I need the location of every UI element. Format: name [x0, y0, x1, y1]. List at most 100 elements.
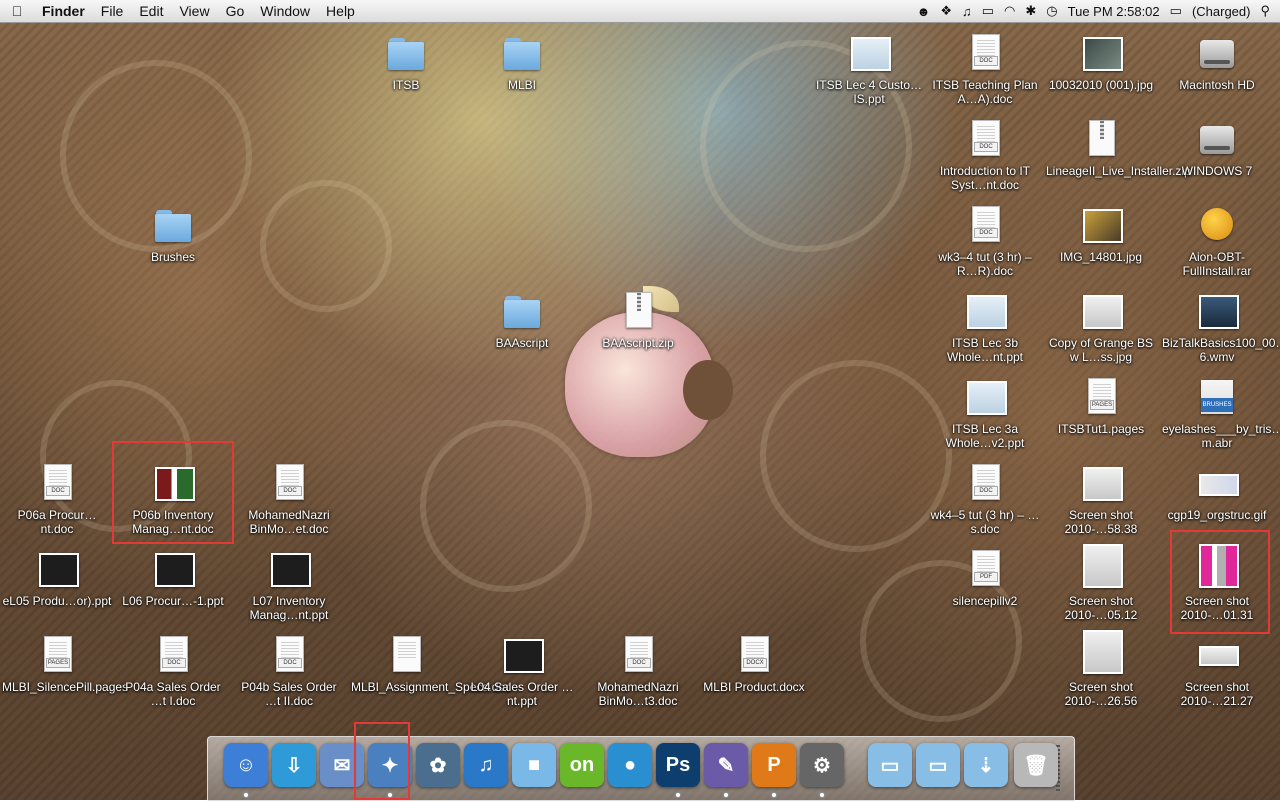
dock-instruments-icon[interactable]: ⚙ [800, 743, 844, 787]
document-icon: DOC [37, 464, 77, 504]
zip-archive-icon [618, 292, 658, 332]
robot-icon[interactable]: ☻ [917, 4, 931, 19]
presentation-thumbnail-icon [965, 292, 1007, 332]
drive-macintosh-hd[interactable]: Macintosh HD [1162, 34, 1272, 92]
pages-document-icon: PAGES [37, 636, 77, 676]
dock-photoshop-icon[interactable]: Ps [656, 743, 700, 787]
file-itsb-lec3a[interactable]: ITSB Lec 3a Whole…v2.ppt [930, 378, 1040, 450]
file-l06-procur[interactable]: L06 Procur…-1.ppt [118, 550, 228, 608]
file-screenshot-05-12[interactable]: Screen shot 2010-…05.12 [1046, 544, 1156, 622]
menu-help[interactable]: Help [318, 3, 363, 19]
brushes-package-icon [1197, 378, 1237, 418]
file-mohamednazri-t3[interactable]: DOC MohamedNazri BinMo…t3.doc [583, 636, 693, 708]
bluetooth-icon[interactable]: ✱ [1025, 3, 1036, 19]
image-thumbnail-icon [1197, 464, 1239, 504]
file-itsb-teaching-plan[interactable]: DOC ITSB Teaching Plan A…A).doc [930, 34, 1040, 106]
image-thumbnail-icon [1197, 544, 1239, 590]
file-silencepillv2[interactable]: PDF silencepillv2 [930, 550, 1040, 608]
image-thumbnail-icon [1081, 544, 1123, 590]
file-baascript-zip[interactable]: BAAscript.zip [583, 292, 693, 350]
display-icon[interactable]: ▭ [982, 3, 994, 19]
dock-safari-icon[interactable]: ✦ [368, 743, 412, 787]
file-mlbi-assignment-specs[interactable]: MLBI_Assignment_Specs.doc [351, 636, 511, 694]
file-introduction-to-it[interactable]: DOC Introduction to IT Syst…nt.doc [930, 120, 1040, 192]
spotlight-search-icon[interactable]: ⚲ [1260, 3, 1270, 19]
file-l07-inventory[interactable]: L07 Inventory Manag…nt.ppt [234, 550, 344, 622]
menu-edit[interactable]: Edit [131, 3, 171, 19]
file-mlbi-product-docx[interactable]: DOCX MLBI Product.docx [699, 636, 809, 694]
dropbox-icon[interactable]: ❖ [940, 3, 952, 19]
dock-powerpoint-icon[interactable]: P [752, 743, 796, 787]
menu-file[interactable]: File [93, 3, 132, 19]
file-lineageii-zip[interactable]: LineageII_Live_Installer.zip [1046, 120, 1191, 178]
wifi-icon[interactable]: ◠ [1004, 3, 1015, 19]
file-p04b-sales-order[interactable]: DOC P04b Sales Order …t II.doc [234, 636, 344, 708]
file-p06b-inventory[interactable]: P06b Inventory Manag…nt.doc [118, 464, 228, 536]
file-p06a-procur[interactable]: DOC P06a Procur…nt.doc [2, 464, 112, 536]
file-screenshot-26-56[interactable]: Screen shot 2010-…26.56 [1046, 630, 1156, 708]
video-thumbnail-icon [1197, 292, 1239, 332]
time-machine-icon[interactable]: ◷ [1046, 3, 1057, 19]
presentation-thumbnail-icon [849, 34, 891, 74]
file-screenshot-01-31[interactable]: Screen shot 2010-…01.31 [1162, 544, 1272, 622]
menu-window[interactable]: Window [252, 3, 318, 19]
rar-archive-icon [1197, 206, 1237, 246]
image-thumbnail-icon [1081, 464, 1123, 504]
dock-running-indicator [244, 793, 248, 797]
dock-mail-icon[interactable]: ✉ [320, 743, 364, 787]
file-screenshot-21-27[interactable]: Screen shot 2010-…21.27 [1162, 636, 1272, 708]
file-eyelashes-abr[interactable]: eyelashes___by_tris…m.abr [1162, 378, 1280, 450]
clock[interactable]: Tue PM 2:58:02 [1068, 4, 1160, 19]
file-10032010-jpg[interactable]: 10032010 (001).jpg [1046, 34, 1156, 92]
file-itsb-lec3b[interactable]: ITSB Lec 3b Whole…nt.ppt [930, 292, 1040, 364]
menu-view[interactable]: View [171, 3, 217, 19]
file-wk3-4-tut[interactable]: DOC wk3–4 tut (3 hr) – R…R).doc [930, 206, 1040, 278]
dock-finder-icon[interactable]: ☺ [224, 743, 268, 787]
presentation-thumbnail-icon [502, 636, 544, 676]
zip-archive-icon [1081, 120, 1121, 160]
dock-network-icon[interactable]: ⇩ [272, 743, 316, 787]
dock-running-indicator [724, 793, 728, 797]
file-aion-rar[interactable]: Aion-OBT-FullInstall.rar [1162, 206, 1272, 278]
document-icon: DOC [269, 464, 309, 504]
document-icon: DOC [618, 636, 658, 676]
dock-script-editor-icon[interactable]: ✎ [704, 743, 748, 787]
dock-3d-box-icon[interactable]: ■ [512, 743, 556, 787]
folder-baascript[interactable]: BAAscript [467, 292, 577, 350]
dock-trash-icon[interactable]: 🗑 [1014, 743, 1058, 787]
file-copy-of-grange[interactable]: Copy of Grange BS w L…ss.jpg [1046, 292, 1156, 364]
folder-itsb[interactable]: ITSB [351, 34, 461, 92]
dock-messenger-icon[interactable]: ● [608, 743, 652, 787]
battery-icon[interactable]: ▭ [1170, 3, 1182, 19]
menu-go[interactable]: Go [218, 3, 253, 19]
dock-on-icon[interactable]: on [560, 743, 604, 787]
dock-applications-folder-icon[interactable]: ▭ [868, 743, 912, 787]
music-icon[interactable]: ♫ [962, 4, 972, 19]
file-img-14801[interactable]: IMG_14801.jpg [1046, 206, 1156, 264]
file-l04-sales-order[interactable]: L04 Sales Order …nt.ppt [467, 636, 577, 708]
file-itsbtut1-pages[interactable]: PAGES ITSBTut1.pages [1046, 378, 1156, 436]
file-itsb-lec4[interactable]: ITSB Lec 4 Custo…IS.ppt [814, 34, 924, 106]
file-biztalkbasics-wmv[interactable]: BizTalkBasics100_00…6.wmv [1162, 292, 1280, 364]
file-mlbi-silencepill-pages[interactable]: PAGES MLBI_SilencePill.pages [2, 636, 128, 694]
file-el05-produ[interactable]: eL05 Produ…or).ppt [2, 550, 112, 608]
file-cgp19-orgstruc[interactable]: cgp19_orgstruc.gif [1162, 464, 1272, 522]
hard-drive-icon [1197, 34, 1237, 74]
folder-brushes[interactable]: Brushes [118, 206, 228, 264]
file-screenshot-58-38[interactable]: Screen shot 2010-…58.38 [1046, 464, 1156, 536]
image-thumbnail-icon [1081, 206, 1123, 246]
drive-windows-7[interactable]: WINDOWS 7 [1162, 120, 1272, 178]
file-p04a-sales-order[interactable]: DOC P04a Sales Order …t I.doc [118, 636, 228, 708]
dock: ☺ ⇩ ✉ ✦ ✿ ♫ ■ on ● Ps ✎ P ⚙ ▭ ▭ ⇣ 🗑 [207, 736, 1075, 802]
battery-status[interactable]: (Charged) [1192, 4, 1251, 19]
dock-itunes-icon[interactable]: ♫ [464, 743, 508, 787]
dock-downloads-folder-icon[interactable]: ⇣ [964, 743, 1008, 787]
menu-finder[interactable]: Finder [34, 3, 93, 19]
file-mohamednazri-et[interactable]: DOC MohamedNazri BinMo…et.doc [234, 464, 344, 536]
folder-mlbi[interactable]: MLBI [467, 34, 577, 92]
dock-iphoto-icon[interactable]: ✿ [416, 743, 460, 787]
file-wk4-5-tut[interactable]: DOC wk4–5 tut (3 hr) – …s.doc [930, 464, 1040, 536]
dock-running-indicator [388, 793, 392, 797]
dock-documents-folder-icon[interactable]: ▭ [916, 743, 960, 787]
apple-menu-icon[interactable]:  [0, 3, 34, 19]
